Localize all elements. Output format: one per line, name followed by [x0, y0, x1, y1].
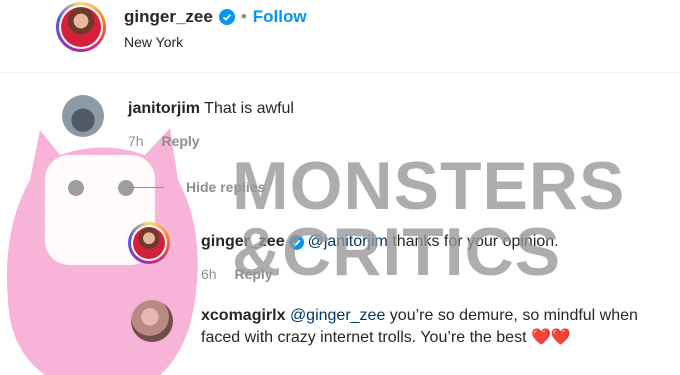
follow-button[interactable]: Follow: [253, 7, 307, 27]
comment-username[interactable]: janitorjim: [128, 100, 200, 117]
comment-text: That is awful: [204, 100, 294, 117]
verified-badge-icon: [218, 9, 235, 25]
comment-mention[interactable]: @ginger_zee: [290, 307, 385, 324]
post-author-avatar[interactable]: [56, 2, 106, 52]
watermark-monster-logo: [6, 128, 198, 375]
commenter-avatar[interactable]: [62, 95, 104, 137]
comment-timestamp[interactable]: 7h: [128, 133, 144, 149]
hide-replies-line: [128, 187, 164, 188]
comment-username[interactable]: xcomagirlx: [201, 307, 285, 324]
header-divider: [0, 72, 680, 73]
post-author-username[interactable]: ginger_zee: [124, 7, 213, 27]
post-location[interactable]: New York: [124, 34, 183, 50]
watermark-text-line1: MONSTERS: [232, 148, 626, 224]
watermark-text-line2: &CRITICS: [232, 214, 562, 290]
commenter-avatar[interactable]: [131, 300, 173, 342]
separator-dot: •: [240, 7, 247, 26]
reply-button[interactable]: Reply: [161, 133, 199, 149]
commenter-avatar[interactable]: [128, 222, 170, 264]
comment-timestamp[interactable]: 6h: [201, 266, 217, 282]
